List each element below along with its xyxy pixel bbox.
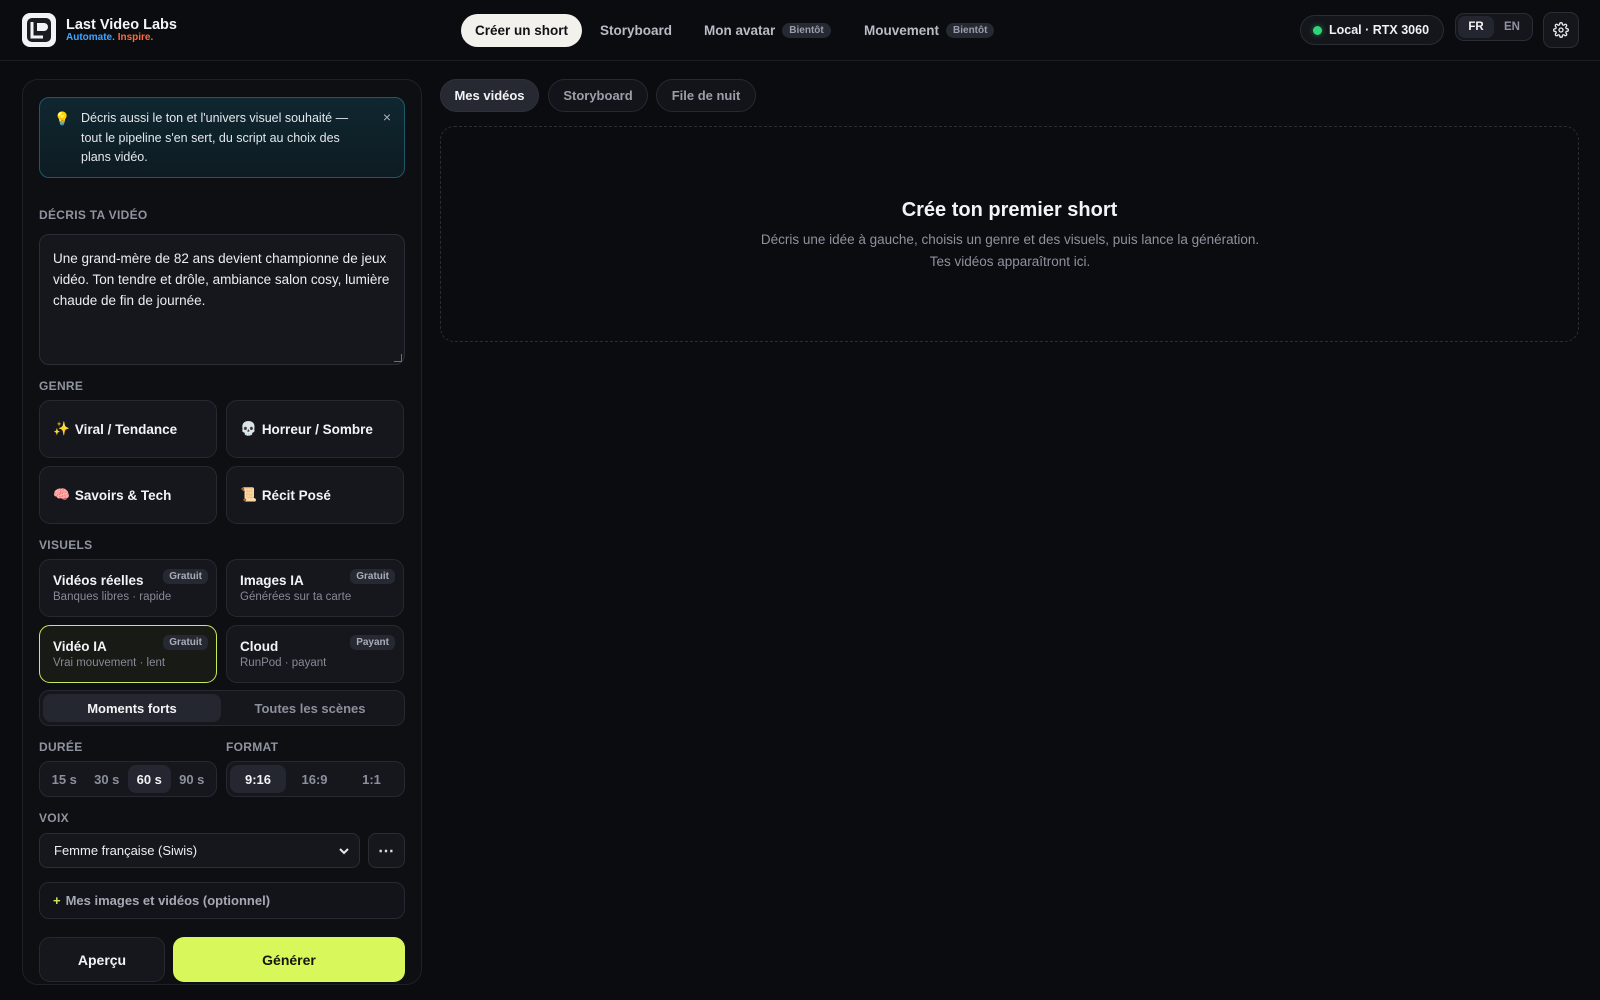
- price-badge: Gratuit: [163, 635, 208, 650]
- visual-videos-reelles[interactable]: Vidéos réelles Banques libres · rapide G…: [39, 559, 217, 617]
- genre-label-text: Horreur / Sombre: [261, 421, 373, 437]
- visual-title: Vidéo IA: [53, 639, 107, 654]
- close-icon[interactable]: ×: [383, 109, 391, 125]
- nav-label: Storyboard: [600, 23, 673, 38]
- soon-badge: Bientôt: [782, 23, 831, 38]
- nav-mon-avatar[interactable]: Mon avatar Bientôt: [690, 14, 845, 47]
- genre-label: GENRE: [39, 379, 84, 393]
- lang-en[interactable]: EN: [1494, 16, 1530, 38]
- duration-15s[interactable]: 15 s: [43, 765, 86, 793]
- duration-selector: 15 s 30 s 60 s 90 s: [39, 761, 217, 797]
- nav-label: Créer un short: [475, 23, 569, 38]
- genre-savoirs[interactable]: 🧠 Savoirs & Tech: [39, 466, 217, 524]
- gpu-label: Local · RTX 3060: [1329, 23, 1430, 37]
- gpu-status[interactable]: Local · RTX 3060: [1300, 15, 1444, 45]
- format-9-16[interactable]: 9:16: [230, 765, 286, 793]
- format-label: FORMAT: [226, 740, 279, 754]
- duration-60s[interactable]: 60 s: [128, 765, 171, 793]
- format-selector: 9:16 16:9 1:1: [226, 761, 405, 797]
- generate-button[interactable]: Générer: [173, 937, 405, 982]
- visual-subtitle: RunPod · payant: [240, 657, 327, 669]
- scenes-moments-forts[interactable]: Moments forts: [43, 694, 221, 722]
- scenes-toutes[interactable]: Toutes les scènes: [221, 694, 399, 722]
- nav-label: Mouvement: [864, 23, 940, 38]
- nav-storyboard[interactable]: Storyboard: [586, 14, 686, 47]
- settings-button[interactable]: [1543, 12, 1579, 48]
- nav-label: Mon avatar: [704, 23, 776, 38]
- visual-subtitle: Générées sur ta carte: [240, 591, 352, 603]
- genre-horreur[interactable]: 💀 Horreur / Sombre: [226, 400, 404, 458]
- duration-label: DURÉE: [39, 740, 83, 754]
- lang-fr[interactable]: FR: [1458, 16, 1494, 38]
- describe-label: DÉCRIS TA VIDÉO: [39, 208, 148, 222]
- price-badge: Payant: [350, 635, 395, 650]
- bulb-icon: 💡: [54, 111, 71, 126]
- duration-30s[interactable]: 30 s: [86, 765, 129, 793]
- nav-mouvement[interactable]: Mouvement Bientôt: [850, 14, 1008, 47]
- nav-create-short[interactable]: Créer un short: [461, 14, 583, 47]
- status-dot-icon: [1313, 25, 1322, 35]
- visual-title: Vidéos réelles: [53, 573, 144, 588]
- lvl-logo-icon[interactable]: [22, 13, 56, 47]
- format-16-9[interactable]: 16:9: [286, 765, 343, 793]
- visual-cloud[interactable]: Cloud RunPod · payant Payant: [226, 625, 404, 683]
- top-bar: Last Video Labs Automate. Inspire. Créer…: [0, 0, 1600, 61]
- plus-icon: +: [53, 893, 61, 908]
- price-badge: Gratuit: [163, 569, 208, 584]
- description-value: Une grand-mère de 82 ans devient champio…: [53, 251, 390, 308]
- genre-label-text: Viral / Tendance: [74, 421, 178, 437]
- genre-recit[interactable]: 📜 Récit Posé: [226, 466, 404, 524]
- visual-video-ia[interactable]: Vidéo IA Vrai mouvement · lent Gratuit: [39, 625, 217, 683]
- brand-name: Last Video Labs: [66, 17, 177, 33]
- empty-title: Crée ton premier short: [901, 199, 1118, 221]
- chevron-down-icon: [339, 848, 349, 855]
- scroll-icon: 📜: [240, 487, 257, 502]
- voice-value: Femme française (Siwis): [54, 843, 198, 858]
- tagline-part-a: Automate.: [66, 32, 115, 43]
- language-switch: FR EN: [1455, 13, 1533, 41]
- visual-subtitle: Banques libres · rapide: [53, 591, 172, 603]
- empty-state: Crée ton premier short Décris une idée à…: [440, 126, 1579, 342]
- visual-subtitle: Vrai mouvement · lent: [53, 657, 166, 669]
- tab-mes-videos[interactable]: Mes vidéos: [440, 79, 539, 112]
- preview-button[interactable]: Aperçu: [39, 937, 165, 982]
- format-1-1[interactable]: 1:1: [343, 765, 400, 793]
- brand-tagline: Automate. Inspire.: [66, 32, 153, 43]
- my-media-button[interactable]: + Mes images et vidéos (optionnel): [39, 882, 405, 919]
- visuals-label: VISUELS: [39, 538, 93, 552]
- genre-viral[interactable]: ✨ Viral / Tendance: [39, 400, 217, 458]
- tab-file-de-nuit[interactable]: File de nuit: [656, 79, 756, 112]
- voice-label: VOIX: [39, 811, 69, 825]
- genre-label-text: Savoirs & Tech: [74, 487, 172, 503]
- tagline-part-b: Inspire.: [117, 32, 154, 43]
- tip-text: Décris aussi le ton et l'univers visuel …: [81, 111, 349, 164]
- voice-more-button[interactable]: ⋯: [368, 833, 405, 868]
- soon-badge: Bientôt: [946, 23, 995, 38]
- empty-description: Décris une idée à gauche, choisis un gen…: [760, 232, 1260, 269]
- brain-icon: 🧠: [53, 487, 70, 502]
- visual-title: Images IA: [240, 573, 304, 588]
- price-badge: Gratuit: [350, 569, 395, 584]
- resize-grip-icon[interactable]: [394, 354, 402, 362]
- tip-banner: 💡 Décris aussi le ton et l'univers visue…: [39, 97, 405, 178]
- video-description-input[interactable]: Une grand-mère de 82 ans devient champio…: [39, 234, 405, 365]
- visual-images-ia[interactable]: Images IA Générées sur ta carte Gratuit: [226, 559, 404, 617]
- genre-label-text: Récit Posé: [261, 487, 331, 503]
- sparkles-icon: ✨: [53, 421, 70, 436]
- skull-icon: 💀: [240, 421, 257, 436]
- visual-title: Cloud: [240, 639, 279, 654]
- my-media-label: Mes images et vidéos (optionnel): [65, 893, 271, 908]
- tab-storyboard[interactable]: Storyboard: [548, 79, 648, 112]
- duration-90s[interactable]: 90 s: [171, 765, 214, 793]
- scene-mode-toggle: Moments forts Toutes les scènes: [39, 690, 405, 726]
- voice-select[interactable]: Femme française (Siwis): [39, 833, 360, 868]
- gear-icon: [1553, 22, 1569, 38]
